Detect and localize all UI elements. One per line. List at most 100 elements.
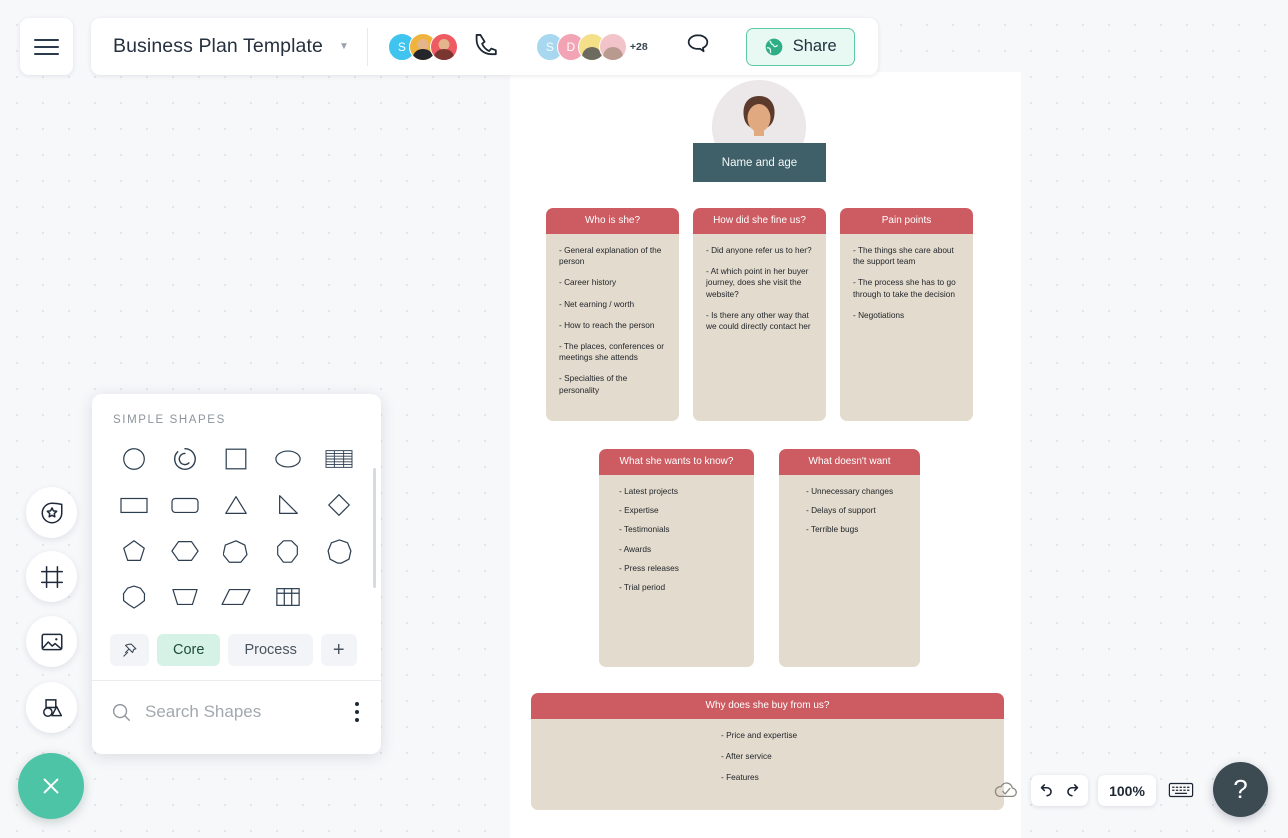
shapes-combo-icon	[42, 698, 62, 717]
active-collaborators: S	[387, 32, 458, 61]
card-item: - Trial period	[619, 581, 666, 592]
undo-redo-group	[1031, 775, 1088, 806]
search-icon[interactable]	[110, 701, 132, 723]
card-title: Pain points	[840, 208, 973, 234]
card-title: What doesn't want	[779, 449, 920, 475]
card-item: - Terrible bugs	[806, 524, 859, 535]
share-button[interactable]: Share	[745, 27, 855, 66]
shape-parallelogram[interactable]	[211, 574, 262, 620]
close-panel-button[interactable]	[18, 753, 84, 819]
persona-card-why-does-she-buy[interactable]: Why does she buy from us? - Price and ex…	[531, 693, 1004, 810]
app-root: Name and age Who is she? - General expla…	[0, 0, 1288, 838]
avatar[interactable]	[429, 32, 458, 61]
shape-hexagon[interactable]	[159, 528, 210, 574]
frame-icon	[40, 565, 63, 588]
nonagon-icon	[327, 538, 352, 564]
tab-core[interactable]: Core	[157, 634, 221, 666]
search-input[interactable]: Search Shapes	[145, 702, 338, 722]
avatar[interactable]	[598, 32, 627, 61]
document-title[interactable]: Business Plan Template	[91, 35, 323, 58]
persona-card-what-doesnt-want[interactable]: What doesn't want - Unnecessary changes …	[779, 449, 920, 667]
sidebar-item-image[interactable]	[26, 616, 77, 667]
parallelogram-icon	[221, 588, 252, 606]
shape-trapezoid[interactable]	[159, 574, 210, 620]
chat-bubble-icon[interactable]	[684, 30, 712, 63]
shape-pentagon[interactable]	[108, 528, 159, 574]
avatar-photo	[602, 46, 623, 60]
triangle-icon	[225, 496, 248, 514]
square-icon	[226, 448, 247, 470]
more-vertical-icon[interactable]	[351, 698, 363, 726]
persona-card-how-did-she-find-us[interactable]: How did she fine us? - Did anyone refer …	[693, 208, 826, 421]
shape-arc[interactable]	[159, 436, 210, 482]
tab-add[interactable]: +	[320, 634, 357, 666]
redo-button[interactable]	[1064, 781, 1083, 800]
sidebar-item-shapes[interactable]	[26, 487, 77, 538]
persona-name-bar[interactable]: Name and age	[693, 143, 826, 182]
shapes-scrollbar[interactable]	[372, 468, 376, 588]
sidebar-item-frame[interactable]	[26, 551, 77, 602]
tab-process[interactable]: Process	[228, 634, 313, 666]
shapes-panel: SIMPLE SHAPES Core Process + Search Shap…	[92, 394, 381, 754]
shape-square[interactable]	[211, 436, 262, 482]
save-status[interactable]	[991, 778, 1021, 802]
sidebar-item-objects[interactable]	[26, 682, 77, 733]
shape-diamond[interactable]	[314, 482, 365, 528]
shape-rounded-rectangle[interactable]	[159, 482, 210, 528]
card-body: - Did anyone refer us to her? - At which…	[693, 234, 826, 350]
card-item: - Unnecessary changes	[806, 486, 894, 496]
chevron-down-icon[interactable]: ▼	[339, 41, 349, 52]
card-body: - Latest projects - Expertise - Testimon…	[599, 475, 754, 609]
cloud-check-icon	[994, 782, 1017, 798]
shape-ellipse[interactable]	[262, 436, 313, 482]
persona-card-what-she-wants-to-know[interactable]: What she wants to know? - Latest project…	[599, 449, 754, 667]
card-item: - The things she care about the support …	[853, 245, 954, 267]
shape-category-tabs: Core Process +	[92, 620, 381, 680]
card-item: - Features	[721, 772, 759, 783]
card-body: - Price and expertise - After service - …	[531, 719, 1004, 802]
zoom-level[interactable]: 100%	[1098, 775, 1156, 806]
ellipse-icon	[275, 450, 301, 468]
right-triangle-icon	[278, 495, 298, 514]
rounded-rectangle-icon	[171, 497, 199, 514]
phone-icon[interactable]	[473, 31, 500, 63]
globe-icon	[765, 38, 783, 55]
shape-rectangle[interactable]	[108, 482, 159, 528]
card-body: - General explanation of the person - Ca…	[546, 234, 679, 414]
shape-table[interactable]	[262, 574, 313, 620]
star-circle-icon	[40, 501, 63, 524]
persona-card-who-is-she[interactable]: Who is she? - General explanation of the…	[546, 208, 679, 421]
shape-grid-table[interactable]	[314, 436, 365, 482]
card-item: - Testimonials	[619, 524, 670, 535]
shape-triangle[interactable]	[211, 482, 262, 528]
collaborator-overflow-count[interactable]: +28	[630, 41, 648, 53]
arc-icon	[174, 448, 196, 470]
card-item: - Latest projects	[619, 486, 679, 496]
card-item: - Net earning / worth	[559, 298, 635, 309]
card-item: - Awards	[619, 543, 652, 554]
card-item: - The places, conferences or meetings sh…	[559, 340, 664, 363]
circle-icon	[122, 448, 145, 470]
card-item: - After service	[721, 751, 772, 762]
shape-circle[interactable]	[108, 436, 159, 482]
divider	[366, 27, 368, 66]
persona-card-pain-points[interactable]: Pain points - The things she care about …	[840, 208, 973, 421]
main-menu-button[interactable]	[20, 18, 73, 75]
card-item: - Price and expertise	[721, 730, 798, 740]
card-item: - Specialties of the personality	[559, 373, 628, 395]
shape-nonagon[interactable]	[314, 528, 365, 574]
grid-table-icon	[325, 450, 353, 468]
shape-octagon[interactable]	[262, 528, 313, 574]
shape-right-triangle[interactable]	[262, 482, 313, 528]
shape-decagon[interactable]	[108, 574, 159, 620]
undo-button[interactable]	[1036, 781, 1055, 800]
image-icon	[40, 633, 63, 650]
shape-heptagon[interactable]	[211, 528, 262, 574]
tab-pinned[interactable]	[110, 634, 149, 666]
trapezoid-icon	[172, 588, 198, 606]
help-button[interactable]: ?	[1213, 762, 1268, 817]
keyboard-shortcuts-button[interactable]	[1168, 780, 1194, 805]
redo-icon	[1067, 784, 1079, 797]
octagon-icon	[277, 539, 299, 563]
rectangle-icon	[120, 497, 148, 514]
